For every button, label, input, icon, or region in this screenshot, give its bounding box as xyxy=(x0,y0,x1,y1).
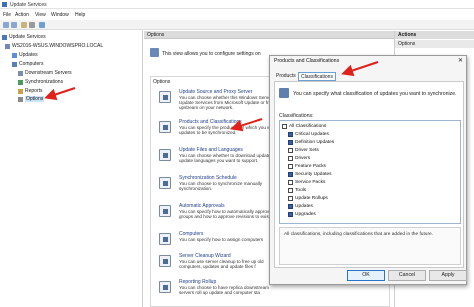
arrow-to-options xyxy=(44,87,76,101)
arrow-to-products-classifications xyxy=(230,118,263,132)
annotation-arrows xyxy=(44,61,379,132)
arrow-to-classifications-tab xyxy=(341,61,379,77)
